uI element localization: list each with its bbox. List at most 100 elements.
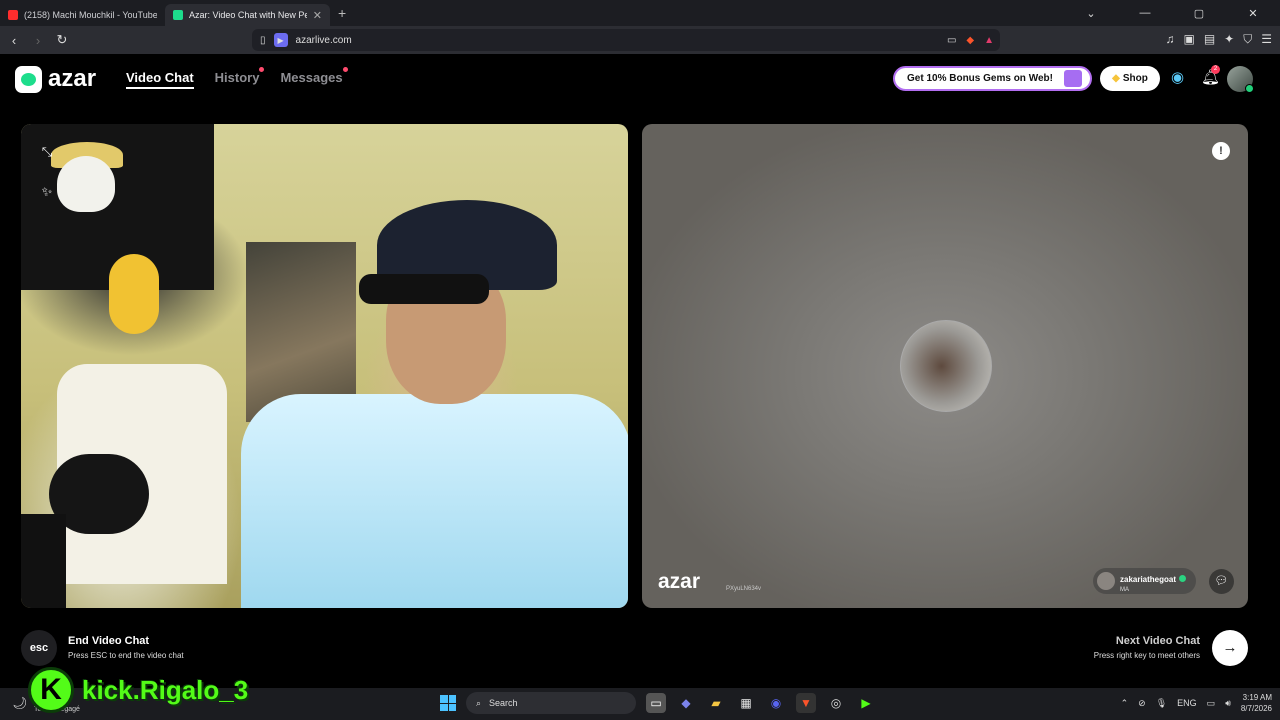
shop-label: Shop: [1122, 73, 1148, 84]
nav-messages[interactable]: Messages: [280, 67, 348, 85]
person-shirt: [241, 394, 628, 608]
minimize-video-icon[interactable]: ⤡: [39, 144, 55, 160]
next-chat-title: Next Video Chat: [1115, 635, 1200, 647]
close-window-button[interactable]: ✕: [1226, 7, 1280, 20]
vpn-icon[interactable]: ⛉: [1243, 32, 1252, 47]
address-bar[interactable]: ▯ ▶ azarlive.com ▭ ◆ ▲: [252, 29, 1000, 51]
bonus-gems-button[interactable]: Get 10% Bonus Gems on Web!: [893, 66, 1092, 91]
url-text[interactable]: azarlive.com: [296, 35, 352, 46]
remote-username: zakariathegoat: [1120, 575, 1177, 584]
tab-title: (2158) Machi Mouchkil - YouTube: [24, 10, 157, 20]
kick-app-icon[interactable]: ▶: [856, 693, 876, 713]
bookmark-icon[interactable]: ▯: [260, 35, 266, 46]
online-status-icon: [1245, 84, 1254, 93]
language-indicator[interactable]: ENG: [1177, 698, 1197, 708]
report-button[interactable]: !: [1212, 142, 1230, 160]
shop-button[interactable]: ◆ Shop: [1100, 66, 1160, 91]
minion-plush: [109, 254, 159, 334]
forward-icon[interactable]: ›: [28, 33, 48, 48]
network-off-icon[interactable]: ⊘: [1138, 698, 1146, 709]
browser-toolbar: ‹ › ↻ ▯ ▶ azarlive.com ▭ ◆ ▲ ♫ ▣ ▤ ✦ ⛉ ☰: [0, 26, 1280, 54]
microphone-icon[interactable]: 🎙︎: [1156, 698, 1167, 709]
remote-country: MA: [1120, 587, 1129, 593]
local-video: ⤡ ✨︎: [21, 124, 628, 608]
chat-bubble-icon[interactable]: 💬︎: [1209, 569, 1234, 594]
chevron-up-icon[interactable]: ⌃: [1121, 698, 1129, 709]
tab-azar[interactable]: Azar: Video Chat with New Pe ✕: [165, 4, 330, 26]
window-controls: ⌄ — ▢ ✕: [1064, 0, 1280, 26]
clock[interactable]: 3:19 AM 8/7/2026: [1241, 692, 1272, 714]
sunglasses: [359, 274, 489, 304]
taskbar-search[interactable]: ⌕ Search: [466, 692, 636, 714]
teams-icon[interactable]: ◆: [676, 693, 696, 713]
notification-badge: 2: [1211, 65, 1220, 74]
next-chat-hint: Press right key to meet others: [1093, 651, 1200, 660]
leo-ai-icon[interactable]: ✦: [1224, 32, 1234, 47]
toolbar-right-icons: ♫ ▣ ▤ ✦ ⛉ ☰: [1165, 32, 1272, 47]
nav-video-chat[interactable]: Video Chat: [126, 70, 194, 89]
taskbar-apps: ⌕ Search ▭ ◆ ▰ ▦ ◉ ▼ ◎ ▶: [440, 692, 876, 714]
nav-history[interactable]: History: [215, 67, 265, 85]
promo-label: Get 10% Bonus Gems on Web!: [907, 73, 1053, 84]
taskbar-search-label: Search: [489, 698, 518, 708]
cast-icon[interactable]: ▭: [947, 35, 956, 46]
verified-icon: [1179, 575, 1187, 582]
skull: [57, 156, 115, 212]
maximize-button[interactable]: ▢: [1172, 7, 1226, 20]
gems-balance-icon[interactable]: ◉: [1171, 68, 1184, 86]
brave-icon[interactable]: ▼: [796, 693, 816, 713]
logo-text: azar: [48, 65, 97, 92]
close-tab-icon[interactable]: ✕: [313, 9, 322, 22]
obs-icon[interactable]: ◎: [826, 693, 846, 713]
remote-video: ! azar PXyuLN634v zakariathegoat MA 💬︎: [642, 124, 1248, 608]
sidebar-icon[interactable]: ▣: [1183, 32, 1194, 47]
main-nav: Video Chat History Messages: [126, 67, 348, 89]
next-chat-button[interactable]: →: [1212, 630, 1248, 666]
azar-favicon-icon: [173, 10, 183, 20]
nav-messages-label: Messages: [280, 70, 343, 85]
azar-logo[interactable]: azar: [15, 65, 96, 93]
minimize-button[interactable]: —: [1118, 7, 1172, 19]
end-chat-button[interactable]: esc: [21, 630, 57, 666]
gem-icon: ◆: [1112, 73, 1120, 84]
back-icon[interactable]: ‹: [4, 33, 24, 48]
brave-shield-icon[interactable]: ◆: [966, 35, 974, 46]
file-explorer-icon[interactable]: ▰: [706, 693, 726, 713]
reload-icon[interactable]: ↻: [52, 32, 72, 48]
remote-user-chip[interactable]: zakariathegoat MA: [1093, 568, 1197, 594]
clock-time: 3:19 AM: [1242, 693, 1272, 702]
wallet-icon[interactable]: ▤: [1204, 32, 1215, 47]
volume-icon[interactable]: 🔊︎: [1225, 698, 1231, 709]
address-bar-actions: ▭ ◆ ▲: [947, 35, 994, 46]
end-chat-title: End Video Chat: [68, 635, 150, 647]
search-icon: ⌕: [476, 697, 482, 708]
weather-icon[interactable]: 🌙︎: [12, 696, 27, 710]
windows-start-icon[interactable]: [440, 695, 456, 711]
site-info-icon[interactable]: ▶: [273, 33, 288, 47]
new-tab-button[interactable]: +: [338, 5, 346, 21]
remote-user-photo: [900, 320, 992, 412]
rewards-icon[interactable]: ▲: [984, 35, 994, 46]
tab-youtube[interactable]: (2158) Machi Mouchkil - YouTube: [0, 4, 165, 26]
kick-stream-overlay: K kick.Rigalo_3: [28, 667, 248, 713]
azar-watermark: azar: [658, 570, 701, 593]
media-icon[interactable]: ♫: [1165, 32, 1174, 47]
youtube-icon: [8, 10, 18, 20]
chevron-down-icon[interactable]: ⌄: [1064, 7, 1118, 20]
store-icon[interactable]: ▦: [736, 693, 756, 713]
browser-tabbar: (2158) Machi Mouchkil - YouTube Azar: Vi…: [0, 0, 1280, 26]
discord-icon[interactable]: ◉: [766, 693, 786, 713]
kick-logo-icon: K: [28, 667, 74, 713]
system-tray: ⌃ ⊘ 🎙︎ ENG ▭ 🔊︎ 3:19 AM 8/7/2026: [1121, 692, 1272, 714]
task-view-icon[interactable]: ▭: [646, 693, 666, 713]
remote-user-avatar: [1097, 572, 1115, 590]
tab-title: Azar: Video Chat with New Pe: [189, 10, 307, 20]
magic-filter-icon[interactable]: ✨︎: [39, 184, 55, 200]
gift-icon: [1064, 70, 1082, 87]
history-dot-icon: [259, 67, 265, 72]
clock-date: 8/7/2026: [1240, 704, 1272, 713]
avatar[interactable]: [1227, 66, 1254, 93]
menu-icon[interactable]: ☰: [1261, 32, 1272, 47]
azar-logo-icon: [15, 65, 42, 93]
display-icon[interactable]: ▭: [1207, 698, 1216, 709]
